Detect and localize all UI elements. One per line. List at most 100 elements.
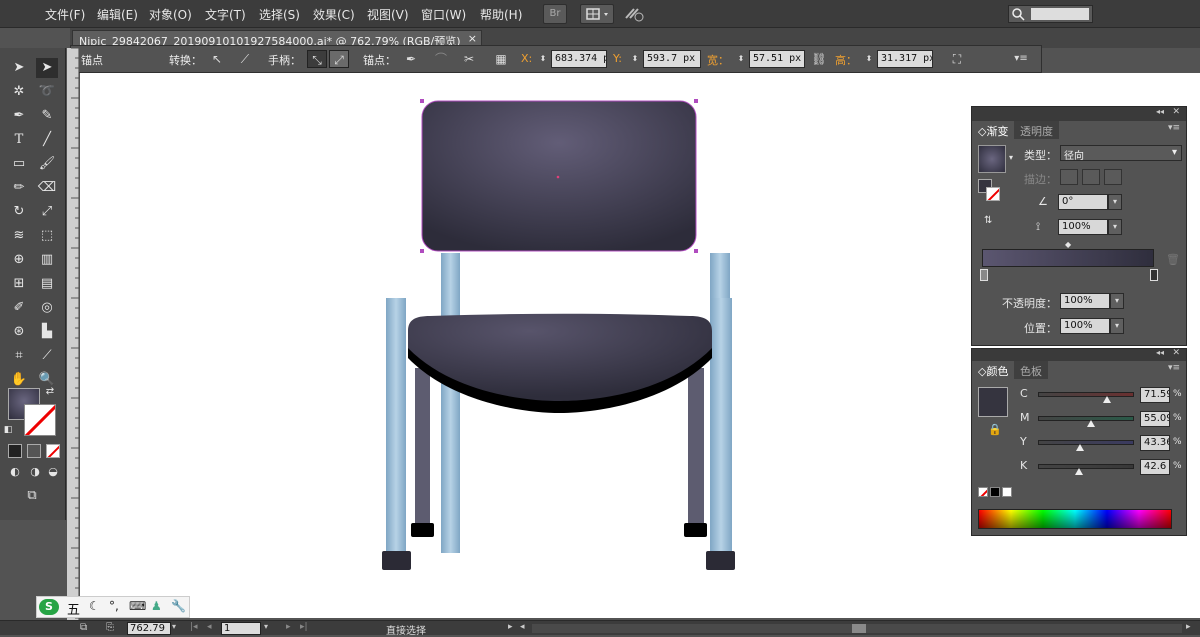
artboard-dropdown-icon[interactable]: ▾ (264, 622, 268, 631)
chair-front-left-leg[interactable] (441, 253, 460, 553)
eraser-tool-icon[interactable]: ⌫ (36, 178, 58, 198)
channel-slider-thumb-k[interactable] (1074, 468, 1083, 475)
channel-slider-y[interactable] (1038, 440, 1134, 445)
gradient-stop-end[interactable] (1150, 269, 1158, 281)
transform-icon[interactable]: ⛶ (947, 50, 967, 68)
channel-value-c[interactable]: 71.59 (1140, 387, 1170, 403)
draw-inside-icon[interactable]: ◒ (44, 462, 62, 482)
scale-tool-icon[interactable]: ⤢ (36, 202, 58, 222)
gradient-type-select[interactable]: 径向 ▾ (1060, 145, 1182, 162)
stroke-across-icon[interactable] (1104, 169, 1122, 185)
collapse-panel-icon[interactable]: ◂◂ (1156, 107, 1164, 116)
previous-artboard-icon[interactable]: ◂ (207, 622, 212, 632)
eyedropper-tool-icon[interactable]: ✐ (8, 298, 30, 318)
chair-inner-right-foot[interactable] (684, 523, 707, 537)
gradient-panel-menu-icon[interactable]: ▾≡ (1168, 123, 1180, 133)
wrench-icon[interactable]: 🔧 (171, 599, 186, 613)
close-tab-icon[interactable]: × (468, 32, 477, 45)
stroke-along-icon[interactable] (1082, 169, 1100, 185)
channel-slider-k[interactable] (1038, 464, 1134, 469)
default-fill-stroke-icon[interactable]: ◧ (2, 420, 14, 440)
half-width-icon[interactable]: ☾ (89, 599, 100, 613)
channel-slider-c[interactable] (1038, 392, 1134, 397)
draw-normal-icon[interactable]: ◐ (6, 462, 24, 482)
export-icon[interactable]: ⎘ (106, 622, 114, 633)
anchor-point-bottom-left[interactable] (420, 249, 424, 253)
rectangle-tool-icon[interactable]: ▭ (8, 154, 30, 174)
gradient-swatch-dropdown-icon[interactable]: ▾ (1009, 153, 1013, 162)
channel-slider-thumb-y[interactable] (1075, 444, 1084, 451)
scroll-left-icon[interactable]: ◂ (520, 622, 525, 632)
stroke-swatch[interactable] (24, 404, 56, 436)
location-dropdown-icon[interactable]: ▾ (1110, 318, 1124, 334)
color-mode-button[interactable] (8, 444, 22, 458)
ime-mode[interactable]: 五 (67, 599, 80, 618)
channel-value-k[interactable]: 42.6 (1140, 459, 1170, 475)
height-input[interactable]: 31.317 px (877, 50, 933, 68)
keyboard-icon[interactable]: ⌨ (129, 599, 146, 613)
artboard-navigator-icon[interactable]: ⧉ (80, 622, 87, 633)
chair-back-right-leg[interactable] (710, 298, 732, 553)
zoom-input[interactable]: 762.79 (127, 622, 171, 635)
direct-selection-tool-icon[interactable]: ➤ (36, 58, 58, 78)
convert-to-corner-icon[interactable]: ↖ (207, 50, 227, 68)
column-graph-tool-icon[interactable]: ▙ (36, 322, 58, 342)
channel-slider-thumb-c[interactable] (1102, 396, 1111, 403)
pencil-tool-icon[interactable]: ✏ (8, 178, 30, 198)
chair-inner-left-leg[interactable] (415, 368, 430, 523)
blend-tool-icon[interactable]: ◎ (36, 298, 58, 318)
constrain-proportions-icon[interactable]: ⛓ (809, 50, 829, 68)
menu-select[interactable]: 选择(S) (259, 6, 300, 23)
stroke-within-icon[interactable] (1060, 169, 1078, 185)
screen-mode-icon[interactable]: ⧉ (18, 486, 46, 506)
reverse-gradient-icon[interactable]: ⇅ (984, 215, 992, 226)
paintbrush-tool-icon[interactable]: 🖌 (36, 154, 58, 174)
cut-path-icon[interactable]: ✂ (459, 50, 479, 68)
width-input[interactable]: 57.51 px (749, 50, 805, 68)
horizontal-scrollbar[interactable] (532, 624, 1182, 633)
opacity-dropdown-icon[interactable]: ▾ (1110, 293, 1124, 309)
x-input[interactable]: 683.374 p (551, 50, 607, 68)
punctuation-icon[interactable]: °, (109, 599, 119, 613)
gradient-slider-bar[interactable] (982, 249, 1154, 267)
selection-tool-icon[interactable]: ➤ (8, 58, 30, 78)
last-artboard-icon[interactable]: ▸| (300, 622, 308, 632)
none-mode-button[interactable] (46, 444, 60, 458)
angle-input[interactable]: 0° (1058, 194, 1108, 210)
anchor-point-bottom-right[interactable] (694, 249, 698, 253)
scroll-right-icon[interactable]: ▸ (1186, 622, 1191, 632)
draw-behind-icon[interactable]: ◑ (26, 462, 44, 482)
gradient-swatch[interactable] (978, 145, 1006, 173)
location-input[interactable]: 100% (1060, 318, 1110, 334)
type-tool-icon[interactable]: T (8, 130, 30, 150)
chair-back-left-leg[interactable] (386, 298, 406, 553)
convert-to-smooth-icon[interactable]: ⟋ (235, 50, 255, 68)
close-color-panel-icon[interactable]: ✕ (1172, 348, 1180, 358)
close-panel-icon[interactable]: ✕ (1172, 107, 1180, 117)
none-color-swatch[interactable] (978, 487, 988, 497)
bridge-button[interactable]: Br (543, 4, 567, 24)
anchor-point-top-right[interactable] (694, 99, 698, 103)
current-color-swatch[interactable] (978, 387, 1008, 417)
swap-fill-stroke-icon[interactable]: ⇄ (44, 382, 56, 402)
chair-backrest[interactable] (421, 100, 697, 252)
y-stepper-icon[interactable]: ⬍ (629, 50, 641, 68)
chair-inner-right-leg[interactable] (688, 368, 704, 523)
user-icon[interactable]: ♟ (151, 599, 162, 613)
gradient-midpoint-icon[interactable]: ◆ (1065, 240, 1071, 249)
chair-right-foot[interactable] (706, 551, 735, 570)
next-artboard-icon[interactable]: ▸ (286, 622, 291, 632)
perspective-grid-tool-icon[interactable]: ▥ (36, 250, 58, 270)
chair-inner-left-foot[interactable] (411, 523, 434, 537)
gradient-mode-button[interactable] (27, 444, 41, 458)
mesh-tool-icon[interactable]: ⊞ (8, 274, 30, 294)
status-menu-arrow-icon[interactable]: ▸ (508, 622, 513, 632)
slice-tool-icon[interactable]: ⟋ (36, 346, 58, 366)
rotate-tool-icon[interactable]: ↻ (8, 202, 30, 222)
gradient-tool-icon[interactable]: ▤ (36, 274, 58, 294)
curvature-tool-icon[interactable]: ✎ (36, 106, 58, 126)
shape-builder-tool-icon[interactable]: ⊕ (8, 250, 30, 270)
symbol-sprayer-tool-icon[interactable]: ⊛ (8, 322, 30, 342)
tab-swatches[interactable]: 色板 (1014, 361, 1048, 379)
search-input[interactable] (1008, 5, 1093, 23)
